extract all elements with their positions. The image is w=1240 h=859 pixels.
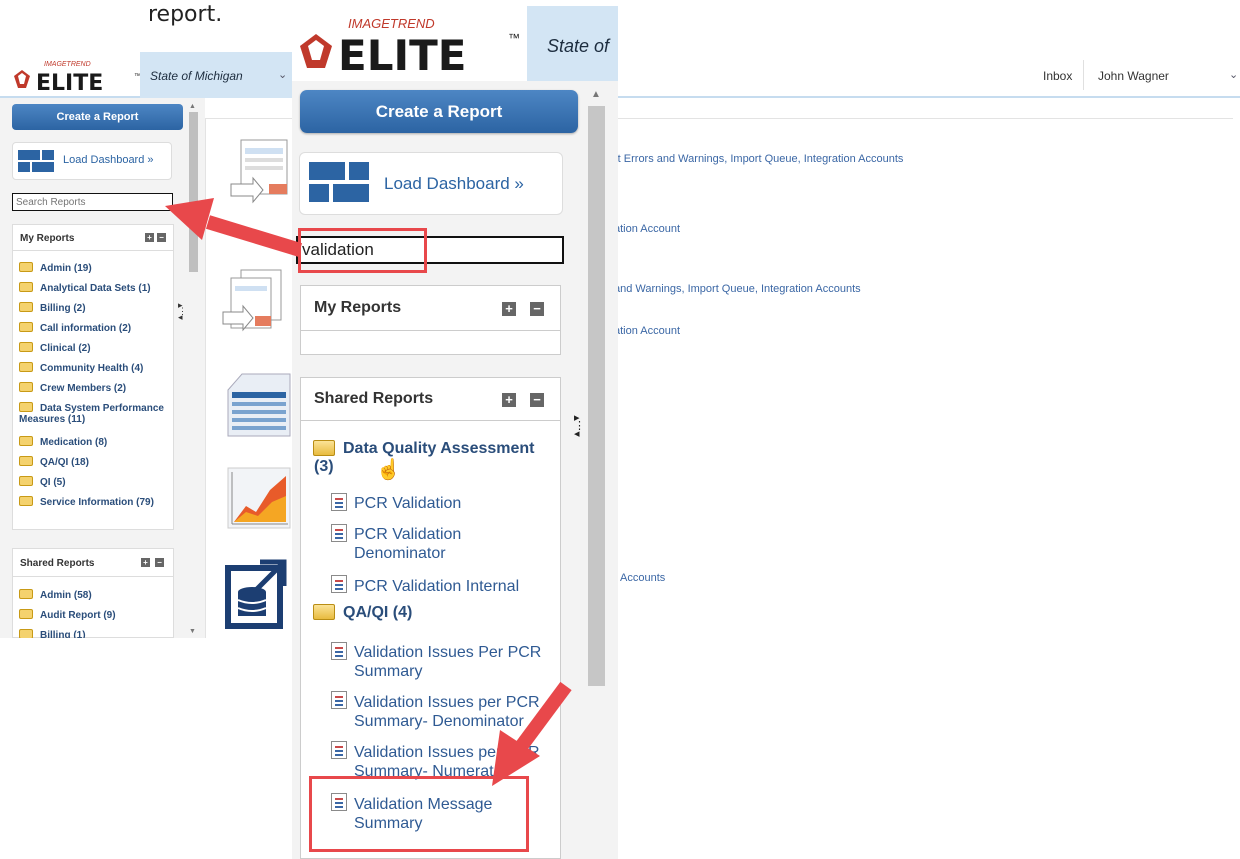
annotation-arrows [165,198,572,786]
